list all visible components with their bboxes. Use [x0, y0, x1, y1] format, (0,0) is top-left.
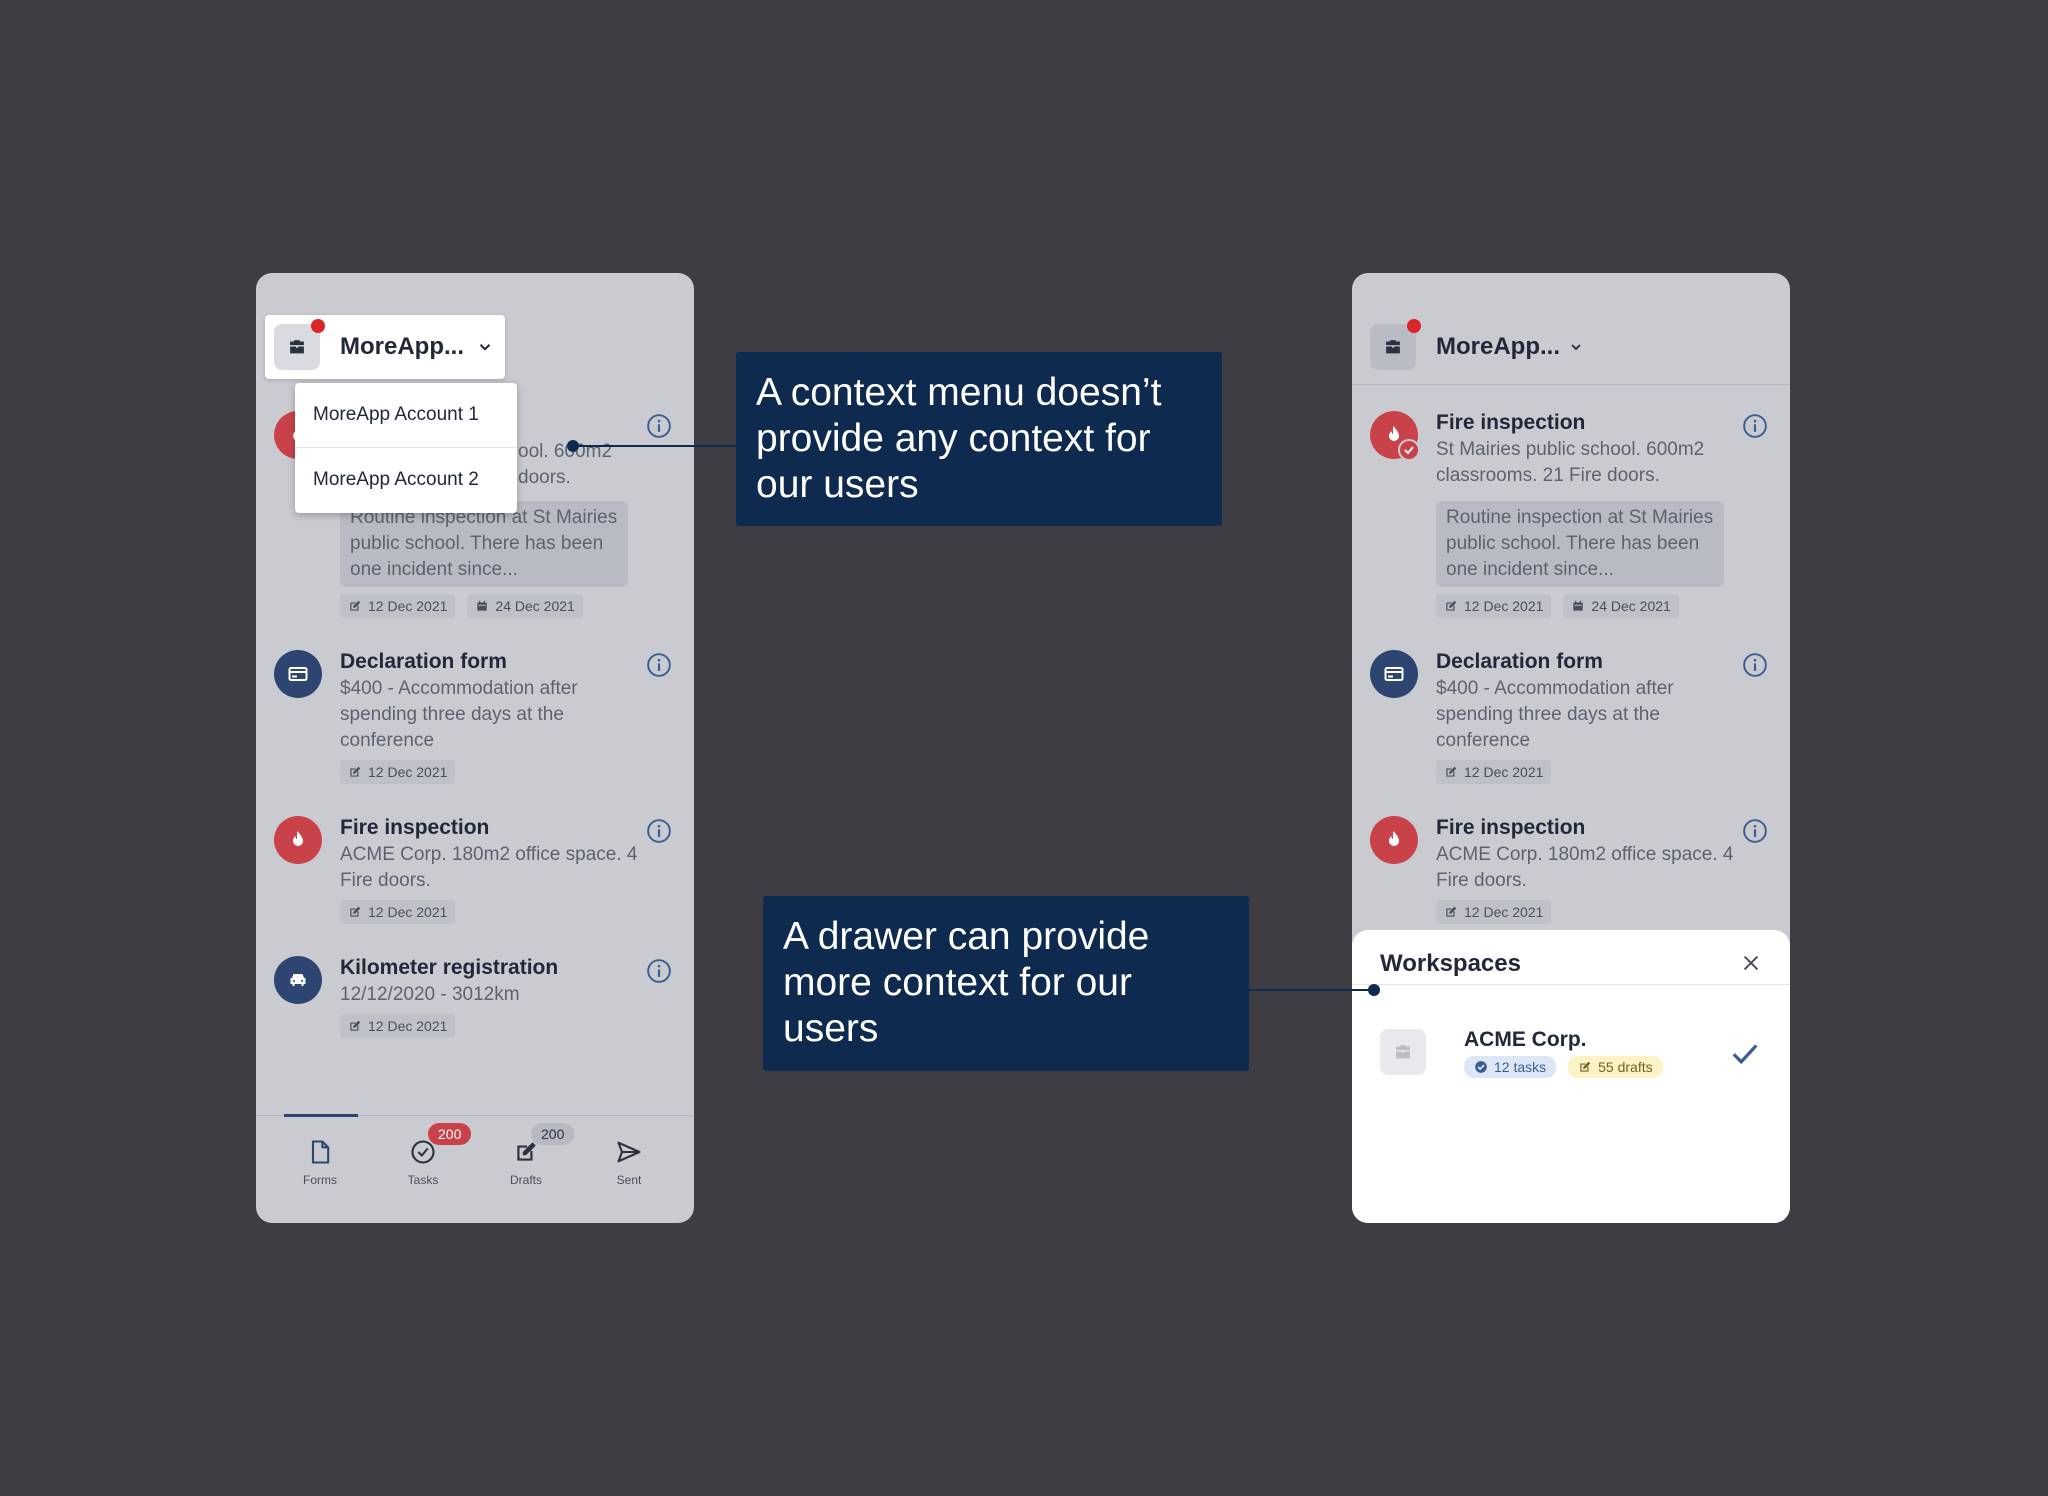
context-menu-item-account-2[interactable]: MoreApp Account 2 — [295, 448, 517, 512]
connector-dot — [567, 440, 579, 452]
check-badge-icon — [1398, 439, 1420, 461]
item-note: Routine inspection at St Mairies public … — [340, 501, 628, 587]
item-desc: $400 - Accommodation after spending thre… — [340, 678, 578, 751]
briefcase-icon — [1380, 1029, 1426, 1075]
created-date-tag: 12 Dec 2021 — [1436, 900, 1552, 924]
drafts-count-badge: 200 — [531, 1123, 575, 1145]
due-date-tag: 24 Dec 2021 — [467, 594, 583, 618]
tab-tasks[interactable]: Tasks 200 — [373, 1123, 473, 1187]
tab-label: Sent — [616, 1173, 642, 1187]
fire-avatar — [274, 816, 322, 864]
file-icon — [270, 1135, 370, 1169]
tasks-count-pill: 12 tasks — [1464, 1056, 1557, 1078]
workspace-name: MoreApp... — [340, 333, 464, 360]
created-date-tag: 12 Dec 2021 — [340, 594, 456, 618]
tasks-count-badge: 200 — [428, 1123, 472, 1145]
notification-dot — [1407, 319, 1421, 333]
item-title: Fire inspection — [340, 816, 490, 839]
workspace-row-name: ACME Corp. — [1464, 1028, 1587, 1051]
drafts-count-pill: 55 drafts — [1568, 1056, 1663, 1078]
connector-dot — [1368, 984, 1380, 996]
tab-forms[interactable]: Forms — [270, 1135, 370, 1187]
due-date-tag: 24 Dec 2021 — [1563, 594, 1679, 618]
left-phone-screen: MoreApp... MoreApp Account 1 MoreApp Acc… — [256, 273, 694, 1223]
item-title: Fire inspection — [1436, 411, 1586, 434]
callout-drawer: A drawer can provide more context for ou… — [763, 896, 1249, 1071]
item-desc: $400 - Accommodation after spending thre… — [1436, 678, 1674, 751]
item-note: Routine inspection at St Mairies public … — [1436, 501, 1724, 587]
created-date-tag: 12 Dec 2021 — [340, 760, 456, 784]
bottom-tab-bar: Forms Tasks 200 Drafts 200 Sent — [256, 1114, 694, 1223]
context-menu-item-account-1[interactable]: MoreApp Account 1 — [295, 383, 517, 447]
created-date-tag: 12 Dec 2021 — [1436, 594, 1552, 618]
close-icon[interactable] — [1740, 952, 1762, 979]
workspaces-drawer: Workspaces ACME Corp. 12 tasks 55 drafts — [1352, 930, 1790, 1223]
item-desc: ACME Corp. 180m2 office space. 4 Fire do… — [340, 844, 638, 891]
car-avatar — [274, 956, 322, 1004]
info-icon[interactable] — [646, 958, 672, 989]
info-icon[interactable] — [1742, 652, 1768, 683]
chevron-down-icon — [476, 338, 494, 356]
workspace-switcher[interactable]: MoreApp... — [1370, 319, 1584, 371]
tab-label: Tasks — [407, 1173, 439, 1187]
item-desc: ACME Corp. 180m2 office space. 4 Fire do… — [1436, 844, 1734, 891]
created-date-tag: 12 Dec 2021 — [340, 1014, 456, 1038]
briefcase-icon — [1370, 319, 1421, 370]
card-avatar — [274, 650, 322, 698]
item-title: Fire inspection — [1436, 816, 1586, 839]
tab-label: Forms — [303, 1173, 337, 1187]
item-title: Declaration form — [340, 650, 507, 673]
item-title: Declaration form — [1436, 650, 1603, 673]
briefcase-icon — [274, 319, 325, 370]
created-date-tag: 12 Dec 2021 — [1436, 760, 1552, 784]
selected-check-icon — [1730, 1038, 1760, 1073]
info-icon[interactable] — [646, 818, 672, 849]
card-avatar — [1370, 650, 1418, 698]
item-desc: 12/12/2020 - 3012km — [340, 984, 520, 1005]
active-tab-indicator — [284, 1114, 358, 1117]
callout-connector — [573, 445, 738, 447]
item-desc: St Mairies public school. 600m2 classroo… — [1436, 439, 1705, 486]
info-icon[interactable] — [646, 413, 672, 444]
fire-avatar — [1370, 816, 1418, 864]
tab-sent[interactable]: Sent — [579, 1135, 679, 1187]
tab-drafts[interactable]: Drafts 200 — [476, 1123, 576, 1187]
tab-label: Drafts — [509, 1173, 542, 1187]
item-title: Kilometer registration — [340, 956, 559, 979]
item-desc-partial: doors. — [518, 467, 571, 488]
header-divider — [1352, 384, 1790, 385]
context-menu: MoreApp Account 1 MoreApp Account 2 — [295, 383, 517, 513]
info-icon[interactable] — [1742, 818, 1768, 849]
workspace-switcher[interactable]: MoreApp... — [265, 315, 505, 379]
fire-avatar — [1370, 411, 1420, 461]
chevron-down-icon — [1568, 339, 1584, 355]
drawer-title: Workspaces — [1380, 950, 1521, 977]
created-date-tag: 12 Dec 2021 — [340, 900, 456, 924]
callout-connector — [1249, 989, 1375, 991]
callout-context-menu: A context menu doesn’t provide any conte… — [736, 352, 1222, 526]
right-phone-screen: MoreApp... Fire inspection St Mairies pu… — [1352, 273, 1790, 1223]
drawer-divider — [1352, 984, 1790, 985]
info-icon[interactable] — [646, 652, 672, 683]
workspace-name: MoreApp... — [1436, 333, 1560, 360]
notification-dot — [311, 319, 325, 333]
info-icon[interactable] — [1742, 413, 1768, 444]
send-icon — [579, 1135, 679, 1169]
